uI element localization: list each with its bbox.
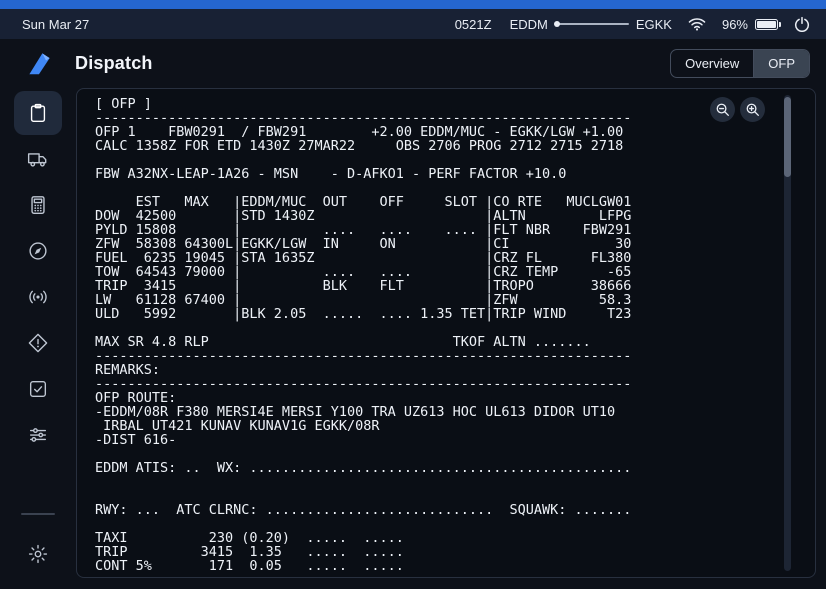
statusbar-right: 0521Z EDDM EGKK 96% xyxy=(455,16,810,32)
wifi-icon xyxy=(688,17,706,31)
page-header: Dispatch Overview OFP xyxy=(0,39,826,88)
battery-fill xyxy=(757,21,776,28)
sidebar-item-failures[interactable] xyxy=(14,321,62,365)
flypad-app: Sun Mar 27 0521Z EDDM EGKK 96% xyxy=(0,0,826,589)
battery-percent: 96% xyxy=(722,17,748,32)
sidebar-item-navigation[interactable] xyxy=(14,229,62,273)
sidebar-bottom xyxy=(14,513,62,577)
compass-icon xyxy=(27,240,49,262)
flight-progress: EDDM EGKK xyxy=(510,17,672,32)
sidebar-item-performance[interactable] xyxy=(14,183,62,227)
sidebar-divider xyxy=(21,513,55,515)
flight-position-dot xyxy=(554,21,560,27)
warning-diamond-icon xyxy=(27,332,49,354)
battery-icon xyxy=(755,19,778,30)
power-button[interactable] xyxy=(794,16,810,32)
calculator-icon xyxy=(27,194,49,216)
flight-origin: EDDM xyxy=(510,17,548,32)
check-square-icon xyxy=(27,378,49,400)
page-title: Dispatch xyxy=(75,53,153,74)
sidebar-item-settings[interactable] xyxy=(14,532,62,576)
zoom-out-button[interactable] xyxy=(710,97,735,122)
flight-progress-line xyxy=(555,23,629,25)
broadcast-icon xyxy=(27,286,49,308)
magnifier-plus-icon xyxy=(745,102,760,117)
tab-ofp[interactable]: OFP xyxy=(753,50,809,77)
magnifier-minus-icon xyxy=(715,102,730,117)
zoom-in-button[interactable] xyxy=(740,97,765,122)
gear-icon xyxy=(27,543,49,565)
battery-status: 96% xyxy=(722,17,778,32)
sidebar xyxy=(0,88,76,589)
clipboard-icon xyxy=(27,102,49,124)
scrollbar-thumb[interactable] xyxy=(784,97,791,177)
statusbar-time: 0521Z xyxy=(455,17,492,32)
view-toggle: Overview OFP xyxy=(670,49,810,78)
sidebar-item-atc[interactable] xyxy=(14,275,62,319)
sidebar-item-presets[interactable] xyxy=(14,413,62,457)
truck-icon xyxy=(27,148,49,170)
ofp-panel: [ OFP ] --------------------------------… xyxy=(76,88,816,578)
tab-overview[interactable]: Overview xyxy=(671,50,753,77)
window-accent-bar xyxy=(0,0,826,9)
flight-destination: EGKK xyxy=(636,17,672,32)
sliders-icon xyxy=(27,424,49,446)
content-area: [ OFP ] --------------------------------… xyxy=(76,88,826,589)
statusbar-date: Sun Mar 27 xyxy=(22,17,89,32)
sidebar-item-ground[interactable] xyxy=(14,137,62,181)
app-body: [ OFP ] --------------------------------… xyxy=(0,88,826,589)
statusbar: Sun Mar 27 0521Z EDDM EGKK 96% xyxy=(0,9,826,39)
sidebar-item-checklists[interactable] xyxy=(14,367,62,411)
scrollbar-track[interactable] xyxy=(784,95,791,571)
zoom-controls xyxy=(710,97,765,122)
flybywire-logo xyxy=(26,50,53,77)
ofp-text: [ OFP ] --------------------------------… xyxy=(77,89,815,573)
sidebar-item-dispatch[interactable] xyxy=(14,91,62,135)
